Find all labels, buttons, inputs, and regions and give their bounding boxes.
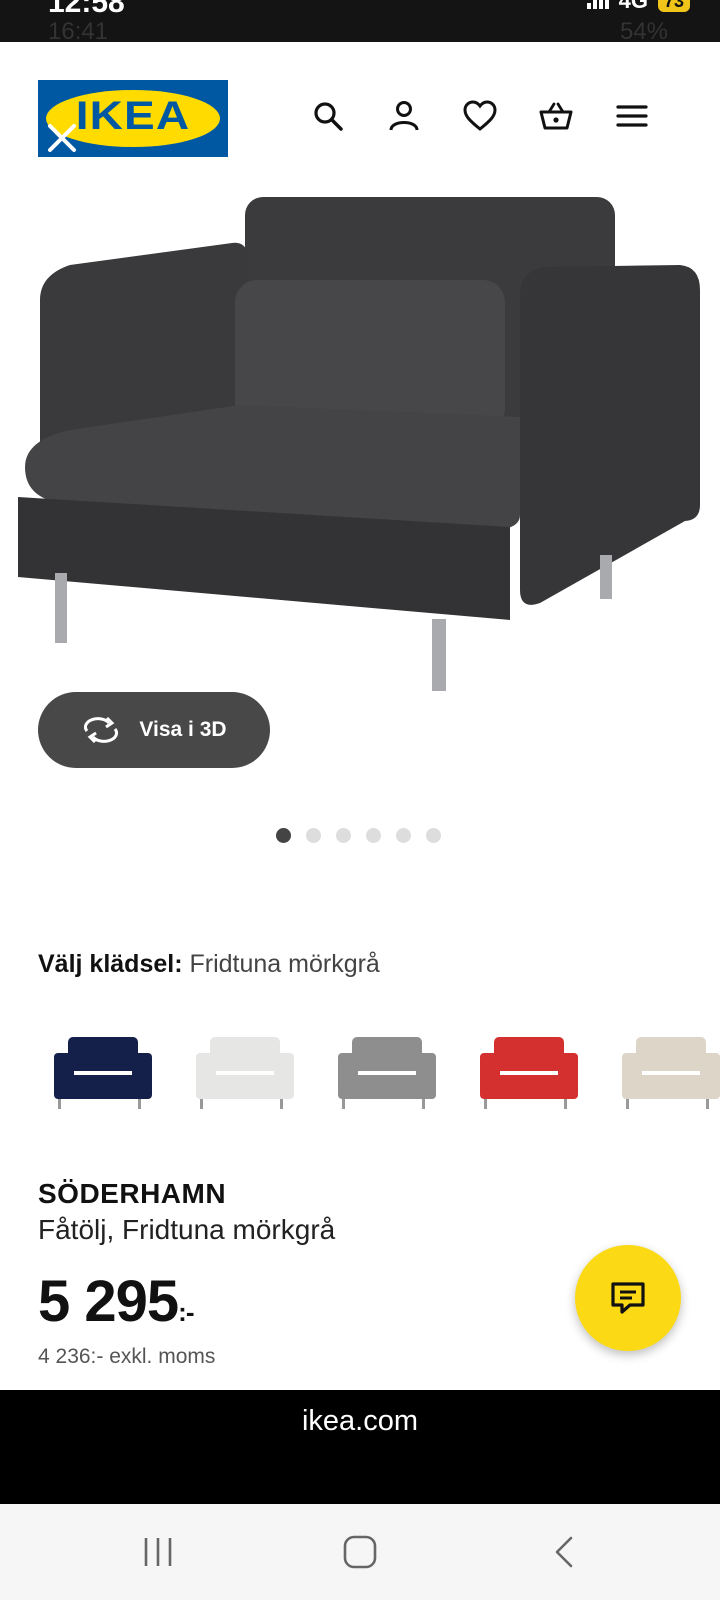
- upholstery-swatches: [38, 1025, 720, 1125]
- product-image[interactable]: [0, 185, 720, 705]
- product-price: 5 295:-: [38, 1268, 195, 1335]
- status-bar: 12:58 4G 73 16:41 54%: [0, 0, 720, 42]
- status-indicators: 4G 73: [586, 0, 690, 14]
- signal-icon: [586, 0, 609, 9]
- inner-status-bar: 16:41 54%: [48, 18, 668, 42]
- network-type: 4G: [618, 0, 648, 13]
- ikea-logo[interactable]: IKEA: [38, 80, 228, 157]
- home-icon[interactable]: [340, 1534, 380, 1570]
- chat-button[interactable]: [575, 1245, 681, 1351]
- header-actions: [310, 98, 650, 134]
- search-icon[interactable]: [310, 98, 346, 134]
- status-time: 12:58: [48, 0, 125, 19]
- pagination-dot[interactable]: [276, 828, 291, 843]
- upholstery-label: Välj klädsel:: [38, 950, 183, 978]
- site-header: IKEA: [0, 42, 720, 182]
- heart-icon[interactable]: [462, 98, 498, 134]
- upholstery-selected-value: Fridtuna mörkgrå: [189, 950, 380, 978]
- pagination-dot[interactable]: [366, 828, 381, 843]
- menu-icon[interactable]: [614, 98, 650, 134]
- rotate-3d-icon: [84, 717, 119, 743]
- swatch-option[interactable]: [606, 1025, 720, 1125]
- pagination-dot[interactable]: [336, 828, 351, 843]
- product-name: SÖDERHAMN: [38, 1178, 227, 1209]
- pagination-dot[interactable]: [306, 828, 321, 843]
- swatch-option[interactable]: [322, 1025, 452, 1125]
- gallery-pagination: [276, 828, 441, 843]
- inner-status-time: 16:41: [48, 18, 109, 42]
- price-suffix: :-: [178, 1297, 194, 1327]
- swatch-option[interactable]: [38, 1025, 168, 1125]
- pagination-dot[interactable]: [396, 828, 411, 843]
- battery-icon: 73: [657, 0, 690, 12]
- recent-apps-icon[interactable]: [138, 1534, 178, 1570]
- chat-icon: [611, 1282, 645, 1314]
- system-navigation-bar: [0, 1504, 720, 1600]
- price-excluding-vat: 4 236:- exkl. moms: [38, 1345, 216, 1368]
- swatch-option[interactable]: [464, 1025, 594, 1125]
- price-value: 5 295: [38, 1269, 179, 1334]
- pagination-dot[interactable]: [426, 828, 441, 843]
- inner-battery-level: 54%: [619, 18, 668, 42]
- view-in-3d-button[interactable]: Visa i 3D: [38, 692, 270, 768]
- back-icon[interactable]: [545, 1534, 585, 1570]
- basket-icon[interactable]: [538, 98, 574, 134]
- view-in-3d-label: Visa i 3D: [139, 718, 227, 741]
- swatch-option[interactable]: [180, 1025, 310, 1125]
- browser-url-bar[interactable]: ikea.com: [0, 1390, 720, 1452]
- close-icon[interactable]: [44, 120, 80, 156]
- upholstery-selector-label: Välj klädsel: Fridtuna mörkgrå: [38, 950, 380, 979]
- product-description: Fåtölj, Fridtuna mörkgrå: [38, 1214, 336, 1245]
- browser-bottom-strip: [0, 1452, 720, 1504]
- account-icon[interactable]: [386, 98, 422, 134]
